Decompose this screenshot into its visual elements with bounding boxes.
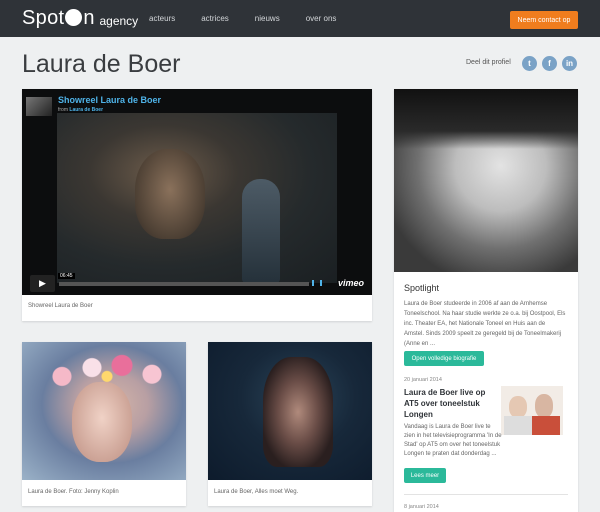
logo-circle-icon <box>65 8 83 26</box>
linkedin-icon[interactable]: in <box>562 56 577 71</box>
video-author-avatar[interactable] <box>26 97 52 116</box>
photo-caption-2: Laura de Boer, Alles moet Weg. <box>214 489 299 495</box>
facebook-icon[interactable]: f <box>542 56 557 71</box>
spoton-logo[interactable]: Spot n agency <box>22 6 138 30</box>
vimeo-logo[interactable]: vimeo <box>338 278 364 288</box>
video-progress-bar[interactable] <box>59 282 309 286</box>
news-divider <box>404 494 568 495</box>
news-text-1: Vandaag is Laura de Boer live te zien in… <box>404 424 502 457</box>
read-more-button[interactable]: Lees meer <box>404 468 446 483</box>
page-title: Laura de Boer <box>22 50 181 78</box>
news-date-2: 8 januari 2014 <box>404 504 439 510</box>
photo-stage[interactable] <box>208 342 372 480</box>
news-date-1: 20 januari 2014 <box>404 377 442 383</box>
spotlight-text: Laura de Boer studeerde in 2006 af aan d… <box>404 301 566 347</box>
thumb-shirt-1 <box>504 416 532 435</box>
video-player[interactable]: Showreel Laura de Boer from Laura de Boe… <box>22 89 372 295</box>
video-actress-face <box>135 149 205 239</box>
video-background-figure <box>242 179 280 283</box>
volume-icon[interactable] <box>312 280 322 286</box>
logo-text-after: n <box>83 6 95 29</box>
photo-face <box>72 382 132 462</box>
nav-item-nieuws[interactable]: nieuws <box>255 14 280 23</box>
share-label: Deel dit profiel <box>466 59 511 66</box>
logo-suffix: agency <box>99 14 139 28</box>
thumb-shirt-2 <box>532 416 560 435</box>
nav-item-acteurs[interactable]: acteurs <box>149 14 175 23</box>
profile-portrait[interactable] <box>394 89 578 272</box>
portrait-hair <box>394 89 578 149</box>
play-icon[interactable]: ▶ <box>30 275 55 292</box>
flower-crown <box>32 350 182 394</box>
video-title[interactable]: Showreel Laura de Boer <box>58 95 161 105</box>
news-thumbnail-1[interactable] <box>501 386 563 435</box>
photo-flowers[interactable] <box>22 342 186 480</box>
open-bio-button[interactable]: Open volledige biografie <box>404 351 484 366</box>
top-navigation-bar: Spot n agency acteurs actrices nieuws ov… <box>0 0 600 37</box>
main-nav: acteurs actrices nieuws over ons <box>149 14 362 23</box>
contact-button[interactable]: Neem contact op <box>510 11 578 29</box>
news-title-1[interactable]: Laura de Boer live op AT5 over toneelstu… <box>404 387 499 420</box>
video-frame[interactable] <box>57 113 337 283</box>
video-time: 06:45 <box>58 273 75 279</box>
photo-performer <box>263 357 333 467</box>
twitter-icon[interactable]: t <box>522 56 537 71</box>
thumb-person-2 <box>535 394 553 418</box>
logo-text: Spot <box>22 6 65 29</box>
nav-item-over-ons[interactable]: over ons <box>306 14 337 23</box>
spotlight-title: Spotlight <box>404 283 440 293</box>
photo-caption-1: Laura de Boer. Foto: Jenny Koplin <box>28 489 119 495</box>
video-caption: Showreel Laura de Boer <box>28 303 93 309</box>
nav-item-actrices[interactable]: actrices <box>201 14 229 23</box>
video-controls: ▶ 06:45 vimeo <box>22 273 372 295</box>
thumb-person-1 <box>509 396 527 418</box>
